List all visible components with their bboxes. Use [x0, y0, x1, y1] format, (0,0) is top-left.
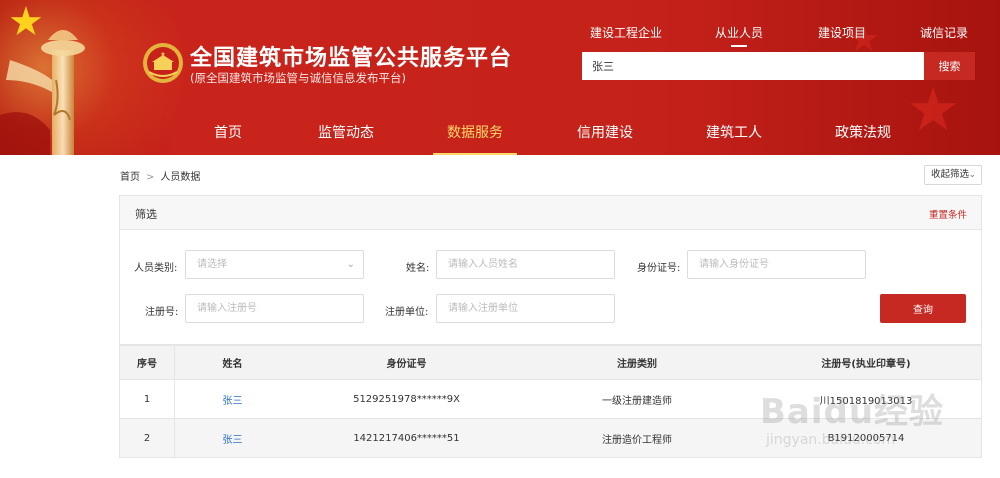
collapse-filter-button[interactable]: 收起筛选 ⌄ [924, 165, 982, 185]
nav-item-construction-workers[interactable]: 建筑工人 [706, 112, 762, 155]
registration-unit-label: 注册单位: [385, 307, 429, 318]
registration-number-label: 注册号: [145, 307, 179, 318]
table-header-row: 序号 姓名 身份证号 注册类别 注册号(执业印章号) [120, 345, 981, 380]
col-header-reg-type: 注册类别 [617, 359, 657, 370]
site-subtitle: (原全国建筑市场监管与诚信信息发布平台) [190, 71, 406, 85]
national-emblem-icon: ★ [143, 43, 183, 83]
nav-item-policies[interactable]: 政策法规 [835, 112, 891, 155]
search-button[interactable]: 搜索 [924, 52, 975, 80]
category-select[interactable]: 请选择 ⌄ [185, 250, 364, 279]
cell-reg-type: 注册造价工程师 [602, 434, 672, 446]
category-label: 人员类别: [134, 263, 178, 274]
registration-number-input[interactable] [185, 294, 364, 323]
chevron-down-icon: ⌄ [346, 259, 355, 270]
breadcrumb-current: 人员数据 [160, 172, 201, 183]
nav-item-home[interactable]: 首页 [214, 112, 242, 155]
top-link-projects[interactable]: 建设项目 [818, 24, 866, 41]
filter-panel: 筛选 重置条件 人员类别: 请选择 ⌄ 姓名: 身份证号: 注册号: 注册单位:… [119, 195, 982, 345]
name-input[interactable] [436, 250, 615, 279]
nav-item-data-service[interactable]: 数据服务 [433, 112, 517, 155]
id-number-input[interactable] [687, 250, 866, 279]
results-table: 序号 姓名 身份证号 注册类别 注册号(执业印章号) 1 张三 51292519… [119, 345, 982, 458]
filter-title: 筛选 [135, 208, 157, 221]
site-title: 全国建筑市场监管公共服务平台 [190, 46, 513, 71]
registration-unit-input[interactable] [436, 294, 615, 323]
cell-reg-number: B19120005714 [827, 432, 905, 444]
reset-conditions-link[interactable]: 重置条件 [929, 207, 967, 221]
search-input[interactable] [582, 52, 924, 80]
breadcrumb-home[interactable]: 首页 [120, 172, 140, 183]
id-number-label: 身份证号: [637, 263, 681, 274]
filter-header: 筛选 重置条件 [120, 196, 981, 230]
top-link-credit-records[interactable]: 诚信记录 [920, 24, 968, 41]
name-label: 姓名: [406, 263, 430, 274]
top-category-links: 建设工程企业 从业人员 建设项目 诚信记录 [580, 24, 980, 42]
col-header-index: 序号 [120, 346, 175, 379]
svg-text:★: ★ [160, 51, 165, 58]
chevron-down-icon: ⌄ [968, 170, 976, 180]
cell-name-link[interactable]: 张三 [175, 419, 290, 457]
col-header-name: 姓名 [222, 359, 243, 370]
site-header: ★ ★ ★ ★ 全国建筑市场监管公共服务平台 (原全国建筑市场监管与诚信信息发布… [0, 0, 1000, 155]
cell-id-number: 5129251978******9X [353, 393, 460, 405]
cell-reg-type: 一级注册建造师 [602, 395, 672, 407]
cell-reg-number: 川1501819013013 [819, 395, 913, 407]
nav-item-regulation-news[interactable]: 监管动态 [318, 112, 374, 155]
cell-index: 1 [120, 380, 175, 418]
breadcrumb: 首页 > 人员数据 [120, 168, 200, 183]
col-header-id-number: 身份证号 [386, 359, 427, 370]
query-button[interactable]: 查询 [880, 294, 966, 323]
top-link-enterprise[interactable]: 建设工程企业 [590, 24, 662, 41]
table-row: 2 张三 1421217406******51 注册造价工程师 B1912000… [120, 419, 981, 458]
main-nav: 首页 监管动态 数据服务 信用建设 建筑工人 政策法规 [0, 112, 1000, 155]
cell-id-number: 1421217406******51 [353, 432, 460, 444]
col-header-reg-number: 注册号(执业印章号) [821, 359, 911, 370]
table-row: 1 张三 5129251978******9X 一级注册建造师 川1501819… [120, 380, 981, 419]
chevron-right-icon: > [146, 172, 155, 183]
nav-item-credit-building[interactable]: 信用建设 [577, 112, 633, 155]
top-link-practitioners[interactable]: 从业人员 [715, 24, 763, 41]
cell-index: 2 [120, 419, 175, 457]
cell-name-link[interactable]: 张三 [175, 380, 290, 418]
